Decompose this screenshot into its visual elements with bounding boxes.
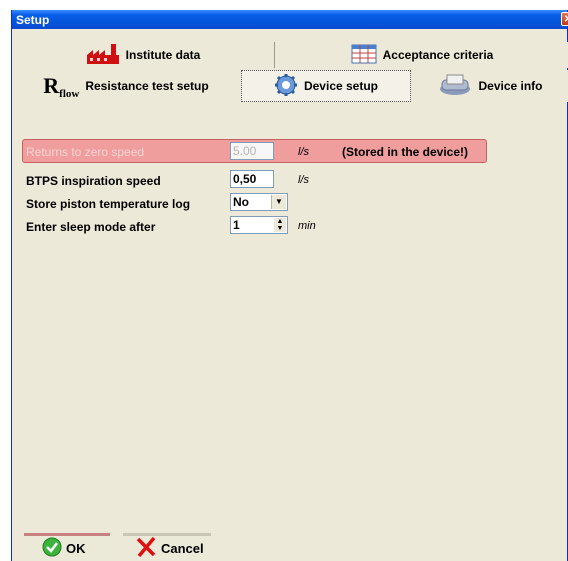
gear-icon (274, 73, 298, 100)
window-title: Setup (16, 13, 50, 27)
rflow-letter: R (43, 72, 60, 98)
close-button[interactable]: ✕ (561, 12, 568, 26)
return-speed-input: 5.00 (230, 142, 274, 160)
tab-device-setup[interactable]: Device setup (241, 70, 411, 102)
setting-row-sleep-mode: Enter sleep mode after 1 ▲ ▼ min (12, 216, 567, 238)
setting-row-piston-log: Store piston temperature log No ▼ (12, 193, 567, 215)
spinner-arrows-icon[interactable]: ▲ ▼ (274, 218, 286, 232)
piston-log-select[interactable]: No ▼ (230, 193, 288, 211)
btps-speed-unit: l/s (298, 174, 309, 186)
piston-log-label: Store piston temperature log (26, 197, 191, 211)
chevron-down-icon[interactable]: ▼ (271, 195, 286, 209)
factory-icon (86, 43, 120, 68)
sleep-mode-value: 1 (233, 218, 240, 232)
sleep-mode-label: Enter sleep mode after (26, 220, 156, 234)
tab-institute-data[interactable]: Institute data (12, 42, 274, 68)
tab-resistance-test-setup[interactable]: Rflow Resistance test setup (12, 70, 240, 102)
footer-bar: OK Cancel (12, 531, 567, 561)
stored-note: (Stored in the device!) (342, 145, 469, 159)
title-bar: Setup ✕ (12, 10, 568, 29)
ok-label: OK (66, 540, 86, 556)
return-speed-unit: l/s (298, 146, 309, 158)
piston-log-value: No (233, 195, 249, 209)
rflow-subscript: flow (59, 87, 80, 100)
return-speed-label: Returns to zero speed (26, 145, 145, 159)
tab-device-info[interactable]: Device info (412, 70, 568, 102)
sleep-mode-stepper[interactable]: 1 ▲ ▼ (230, 216, 288, 234)
sleep-mode-unit: min (298, 220, 316, 232)
printer-icon (438, 74, 472, 99)
tab-label: Device setup (303, 79, 379, 93)
rflow-icon: Rflow (43, 73, 79, 100)
tab-label: Institute data (125, 48, 201, 62)
device-setup-panel: Returns to zero speed 5.00 l/s (Stored i… (12, 131, 567, 531)
tab-acceptance-criteria[interactable]: Acceptance criteria (275, 42, 568, 68)
btps-speed-input[interactable]: 0,50 (230, 170, 274, 188)
ok-button[interactable]: OK (24, 533, 110, 560)
setting-row-btps-speed: BTPS inspiration speed 0,50 l/s (12, 170, 567, 192)
tab-label: Acceptance criteria (382, 48, 494, 62)
red-x-icon (135, 536, 157, 560)
setup-window: Setup ✕ Institute data Acceptance criter… (11, 10, 568, 561)
table-icon (351, 44, 377, 67)
cancel-label: Cancel (161, 540, 204, 556)
tab-label: Device info (478, 79, 543, 93)
checkmark-icon (42, 537, 62, 560)
btps-speed-label: BTPS inspiration speed (26, 174, 161, 188)
setting-row-return-speed: Returns to zero speed 5.00 l/s (Stored i… (12, 139, 567, 165)
tab-label: Resistance test setup (85, 79, 209, 93)
cancel-button[interactable]: Cancel (123, 533, 211, 560)
